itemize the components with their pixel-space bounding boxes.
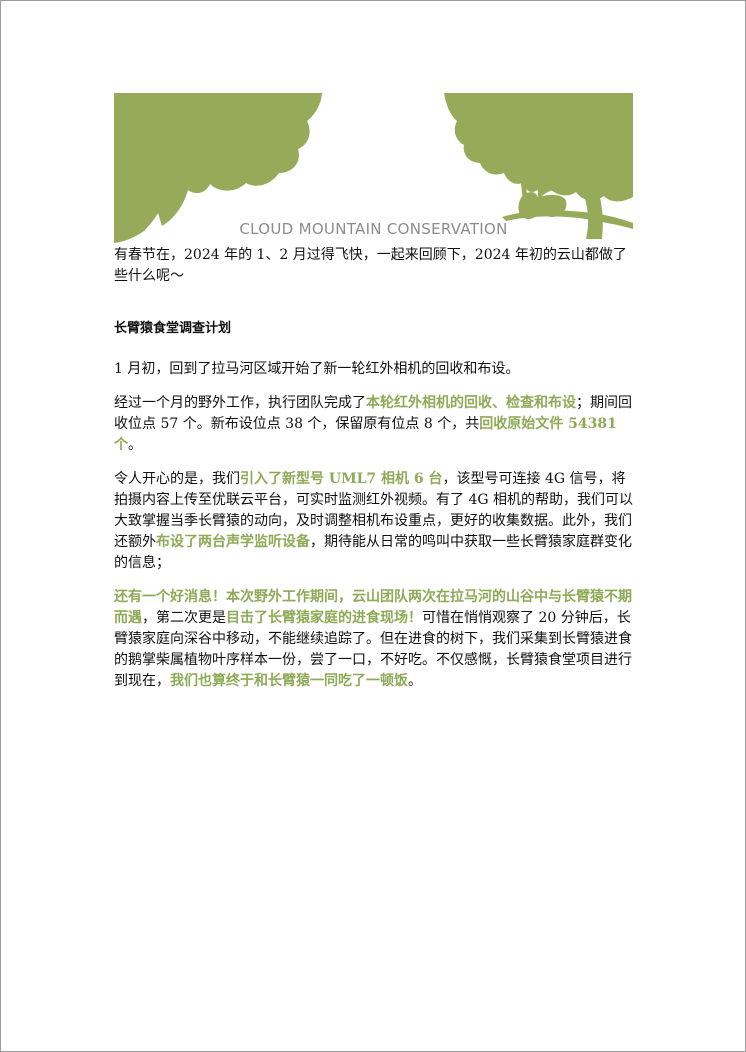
banner-caption: CLOUD MOUNTAIN CONSERVATION: [239, 220, 508, 238]
section-title: 长臂猿食堂调查计划: [114, 321, 232, 336]
banner-image: CLOUD MOUNTAIN CONSERVATION: [114, 93, 633, 243]
text-run: 经过一个月的野外工作，执行团队完成了: [114, 395, 366, 411]
text-run: 令人开心的是，我们: [114, 471, 240, 487]
highlight-run: 目击了长臂猿家庭的进食现场！: [226, 610, 422, 626]
intro-paragraph: 有春节在，2024 年的 1、2 月过得飞快，一起来回顾下，2024 年初的云山…: [114, 247, 627, 284]
highlight-run: 本轮红外相机的回收、检查和布设: [366, 395, 576, 411]
highlight-run: 引入了新型号 UML7 相机 6 台: [240, 471, 443, 487]
highlight-run: 我们也算终于和长臂猿一同吃了一顿饭: [170, 673, 408, 689]
text-run: ，第二次更是: [142, 610, 226, 626]
text-run: 。: [128, 437, 142, 453]
paragraph-1: 1 月初，回到了拉马河区域开始了新一轮红外相机的回收和布设。: [114, 361, 520, 377]
article-body: 有春节在，2024 年的 1、2 月过得飞快，一起来回顾下，2024 年初的云山…: [114, 245, 634, 705]
paragraph-3: 令人开心的是，我们引入了新型号 UML7 相机 6 台，该型号可连接 4G 信号…: [114, 469, 634, 574]
paragraph-4: 还有一个好消息！本次野外工作期间，云山团队两次在拉马河的山谷中与长臂猿不期而遇，…: [114, 587, 634, 692]
paragraph-2: 经过一个月的野外工作，执行团队完成了本轮红外相机的回收、检查和布设；期间回收位点…: [114, 393, 634, 456]
text-run: 。: [408, 673, 422, 689]
highlight-run: 布设了两台声学监听设备: [156, 534, 310, 550]
